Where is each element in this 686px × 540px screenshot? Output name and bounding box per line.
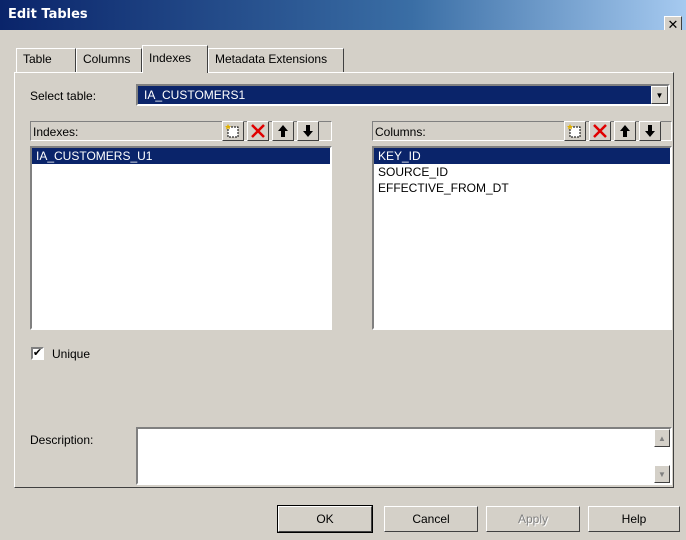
new-icon <box>567 124 581 138</box>
new-index-button[interactable] <box>222 121 244 141</box>
help-label: Help <box>621 512 647 526</box>
window-title: Edit Tables <box>8 7 88 22</box>
move-down-icon <box>645 125 655 137</box>
delete-icon <box>251 124 265 138</box>
tab-table[interactable]: Table <box>16 48 76 72</box>
new-icon <box>225 124 239 138</box>
indexes-label: Indexes: <box>33 125 79 139</box>
cancel-button[interactable]: Cancel <box>384 506 478 532</box>
columns-listbox[interactable]: KEY_ID SOURCE_ID EFFECTIVE_FROM_DT <box>372 146 672 330</box>
scroll-down-icon: ▼ <box>658 469 666 479</box>
scroll-up-icon: ▲ <box>658 433 666 443</box>
ok-label: OK <box>316 512 334 526</box>
delete-index-button[interactable] <box>247 121 269 141</box>
chevron-down-icon: ▼ <box>655 90 664 100</box>
tab-label: Metadata Extensions <box>215 52 328 66</box>
unique-label: Unique <box>52 347 91 361</box>
list-item[interactable]: SOURCE_ID <box>374 164 670 180</box>
tab-label: Table <box>23 52 52 66</box>
select-table-combo[interactable]: IA_CUSTOMERS1 ▼ <box>136 84 670 106</box>
dropdown-button[interactable]: ▼ <box>651 86 668 104</box>
indexes-listbox[interactable]: IA_CUSTOMERS_U1 <box>30 146 332 330</box>
tab-label: Indexes <box>149 51 192 65</box>
list-item[interactable]: IA_CUSTOMERS_U1 <box>32 148 330 164</box>
scroll-down-button[interactable]: ▼ <box>654 465 670 483</box>
move-up-icon <box>278 125 288 137</box>
delete-column-button[interactable] <box>589 121 611 141</box>
title-bar[interactable] <box>0 0 686 30</box>
description-label: Description: <box>30 433 94 447</box>
ok-button[interactable]: OK <box>277 505 373 533</box>
apply-button[interactable]: Apply <box>486 506 580 532</box>
move-index-down-button[interactable] <box>297 121 319 141</box>
move-up-icon <box>620 125 630 137</box>
description-field[interactable]: ▲ ▼ <box>136 427 672 485</box>
move-down-icon <box>303 125 313 137</box>
select-table-label: Select table: <box>30 89 97 103</box>
move-index-up-button[interactable] <box>272 121 294 141</box>
new-column-button[interactable] <box>564 121 586 141</box>
unique-checkbox[interactable]: ✔ <box>31 347 44 360</box>
cancel-label: Cancel <box>412 512 450 526</box>
close-icon: ✕ <box>667 16 679 32</box>
tab-metadata-extensions[interactable]: Metadata Extensions <box>208 48 344 72</box>
list-item[interactable]: EFFECTIVE_FROM_DT <box>374 180 670 196</box>
tab-label: Columns <box>83 52 131 66</box>
help-button[interactable]: Help <box>588 506 680 532</box>
move-column-down-button[interactable] <box>639 121 661 141</box>
tab-columns[interactable]: Columns <box>76 48 142 72</box>
select-table-value: IA_CUSTOMERS1 <box>144 88 246 102</box>
scroll-up-button[interactable]: ▲ <box>654 429 670 447</box>
list-item[interactable]: KEY_ID <box>374 148 670 164</box>
move-column-up-button[interactable] <box>614 121 636 141</box>
delete-icon <box>593 124 607 138</box>
checkmark-icon: ✔ <box>32 347 43 359</box>
tab-indexes[interactable]: Indexes <box>142 45 208 73</box>
columns-label: Columns: <box>375 125 426 139</box>
apply-label: Apply <box>517 512 549 526</box>
